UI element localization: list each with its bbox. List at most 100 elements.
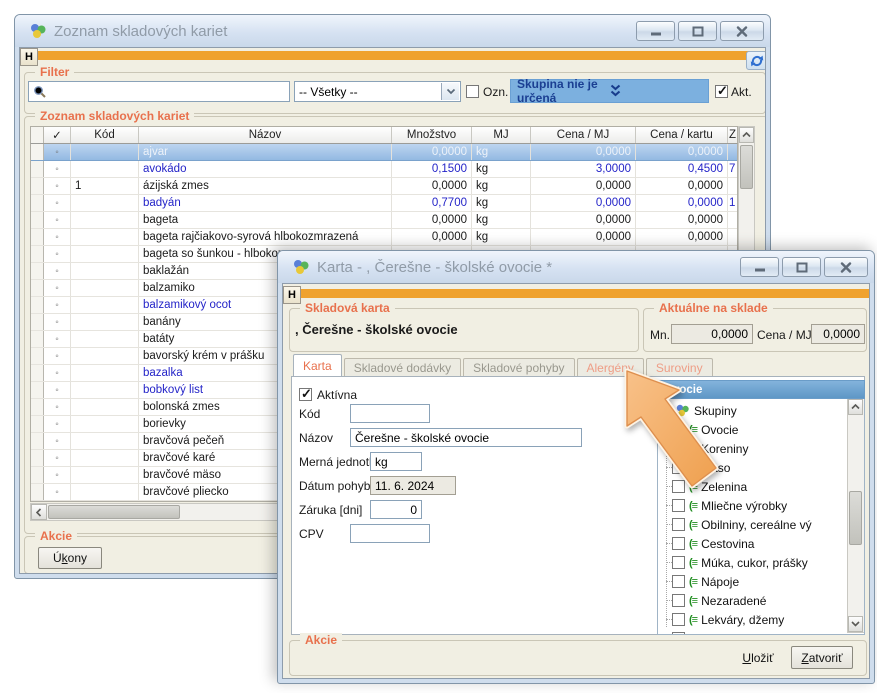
- tree-item-checkbox[interactable]: [672, 461, 685, 474]
- column-header-check[interactable]: ✓: [44, 127, 71, 143]
- row-selector[interactable]: [31, 246, 44, 262]
- row-selector[interactable]: [31, 161, 44, 177]
- close-button[interactable]: [824, 257, 868, 277]
- tree-item[interactable]: (≡: [658, 629, 847, 635]
- cpv-input[interactable]: [350, 524, 430, 543]
- row-selector[interactable]: [31, 348, 44, 364]
- table-row[interactable]: ◦ bageta 0,0000 kg 0,0000 0,0000: [31, 212, 737, 229]
- column-header-z[interactable]: Z: [728, 127, 737, 143]
- refresh-button[interactable]: [746, 51, 766, 70]
- row-selector[interactable]: [31, 399, 44, 415]
- row-selector[interactable]: [31, 331, 44, 347]
- tree-item[interactable]: (≡ Ovocie: [658, 420, 847, 439]
- table-row[interactable]: ◦ avokádo 0,1500 kg 3,0000 0,4500 7: [31, 161, 737, 178]
- tree-item-checkbox[interactable]: [672, 537, 685, 550]
- tree-scrollbar[interactable]: [847, 399, 864, 633]
- tree-item-checkbox[interactable]: [672, 594, 685, 607]
- kod-input[interactable]: [350, 404, 430, 423]
- titlebar[interactable]: Zoznam skladových kariet: [15, 15, 770, 47]
- nazov-input[interactable]: Čerešne - školské ovocie: [350, 428, 582, 447]
- row-selector[interactable]: [31, 467, 44, 483]
- row-selector[interactable]: [31, 263, 44, 279]
- column-header-cena-kartu[interactable]: Cena / kartu: [636, 127, 728, 143]
- minimize-button[interactable]: [740, 257, 779, 277]
- tree-item[interactable]: (≡ Lekváry, džemy: [658, 610, 847, 629]
- row-selector[interactable]: [31, 484, 44, 500]
- close-button[interactable]: [720, 21, 764, 41]
- row-selector[interactable]: [31, 229, 44, 245]
- row-selector[interactable]: [31, 297, 44, 313]
- maximize-button[interactable]: [678, 21, 717, 41]
- tree-item[interactable]: (≡ Cestovina: [658, 534, 847, 553]
- merna-jednotka-input[interactable]: kg: [370, 452, 422, 471]
- column-header-kod[interactable]: Kód: [71, 127, 139, 143]
- column-header-mnozstvo[interactable]: Množstvo: [392, 127, 472, 143]
- ulozit-button[interactable]: Uložiť: [730, 648, 786, 668]
- vscroll-thumb[interactable]: [740, 145, 753, 189]
- h-button[interactable]: H: [283, 286, 301, 304]
- tab[interactable]: Skladové pohyby: [463, 358, 574, 376]
- tree-item-checkbox[interactable]: [672, 499, 685, 512]
- zaruka-input[interactable]: 0: [370, 500, 422, 519]
- tab[interactable]: Karta: [293, 354, 342, 376]
- row-selector[interactable]: [31, 416, 44, 432]
- row-selector[interactable]: [31, 144, 44, 160]
- table-header[interactable]: ✓ Kód Názov Množstvo MJ Cena / MJ Cena /…: [30, 126, 738, 144]
- zatvorit-button[interactable]: Zatvoriť: [791, 646, 853, 669]
- tree-item-checkbox[interactable]: [672, 575, 685, 588]
- category-select[interactable]: -- Všetky --: [294, 81, 461, 102]
- tree-item-checkbox[interactable]: [672, 556, 685, 569]
- tree-root-skupiny[interactable]: Skupiny: [660, 401, 737, 420]
- tab[interactable]: Suroviny: [646, 358, 713, 376]
- h-button[interactable]: H: [20, 48, 38, 66]
- row-selector[interactable]: [31, 433, 44, 449]
- tree-item[interactable]: (≡ Múka, cukor, prášky: [658, 553, 847, 572]
- tree-item-checkbox[interactable]: [672, 613, 685, 626]
- tree-item[interactable]: (≡ Koreniny: [658, 439, 847, 458]
- column-header-cena-mj[interactable]: Cena / MJ: [531, 127, 636, 143]
- column-header-nazov[interactable]: Názov: [139, 127, 392, 143]
- scroll-left-icon[interactable]: [31, 504, 47, 520]
- ozn-checkbox[interactable]: [466, 85, 479, 98]
- row-selector[interactable]: [31, 195, 44, 211]
- tree-item-checkbox[interactable]: [672, 423, 685, 436]
- table-row[interactable]: ◦ 1 ázijská zmes 0,0000 kg 0,0000 0,0000: [31, 178, 737, 195]
- row-selector[interactable]: [31, 365, 44, 381]
- table-row[interactable]: ◦ bageta rajčiakovo-syrová hlbokozmrazen…: [31, 229, 737, 246]
- tree-item[interactable]: (≡ Obilniny, cereálne vý: [658, 515, 847, 534]
- aktivna-checkbox[interactable]: [299, 388, 312, 401]
- akt-checkbox[interactable]: [715, 85, 728, 98]
- minimize-button[interactable]: [636, 21, 675, 41]
- tree-item[interactable]: (≡ Mäso: [658, 458, 847, 477]
- table-row[interactable]: ◦ badyán 0,7700 kg 0,0000 0,0000 1: [31, 195, 737, 212]
- scroll-down-icon[interactable]: [848, 616, 863, 632]
- row-selector[interactable]: [31, 450, 44, 466]
- row-selector[interactable]: [31, 280, 44, 296]
- group-filter-field[interactable]: Skupina nie je určená: [510, 79, 709, 103]
- row-selector[interactable]: [31, 314, 44, 330]
- datum-pohybu-input[interactable]: 11. 6. 2024: [370, 476, 456, 495]
- tree-item-checkbox[interactable]: [672, 480, 685, 493]
- tree-item[interactable]: (≡ Nápoje: [658, 572, 847, 591]
- tree-item-checkbox[interactable]: [672, 632, 685, 635]
- tree-scroll-thumb[interactable]: [849, 491, 862, 545]
- row-selector[interactable]: [31, 178, 44, 194]
- tree-item-checkbox[interactable]: [672, 442, 685, 455]
- tree-item[interactable]: (≡ Nezaradené: [658, 591, 847, 610]
- chevron-down-icon[interactable]: [441, 83, 459, 100]
- titlebar[interactable]: Karta - , Čerešne - školské ovocie *: [278, 251, 874, 283]
- tree-item-checkbox[interactable]: [672, 518, 685, 531]
- tab[interactable]: Skladové dodávky: [344, 358, 461, 376]
- row-selector[interactable]: [31, 212, 44, 228]
- tree-item[interactable]: (≡ Mliečne výrobky: [658, 496, 847, 515]
- tree-item[interactable]: (≡ Zelenina: [658, 477, 847, 496]
- scroll-up-icon[interactable]: [739, 127, 754, 143]
- hscroll-thumb[interactable]: [48, 505, 180, 519]
- tab[interactable]: Alergény: [577, 358, 644, 376]
- search-input[interactable]: [28, 81, 290, 102]
- maximize-button[interactable]: [782, 257, 821, 277]
- table-row[interactable]: ◦ ajvar 0,0000 kg 0,0000 0,0000: [31, 144, 737, 161]
- column-header-mj[interactable]: MJ: [472, 127, 531, 143]
- row-selector[interactable]: [31, 382, 44, 398]
- scroll-up-icon[interactable]: [848, 399, 863, 415]
